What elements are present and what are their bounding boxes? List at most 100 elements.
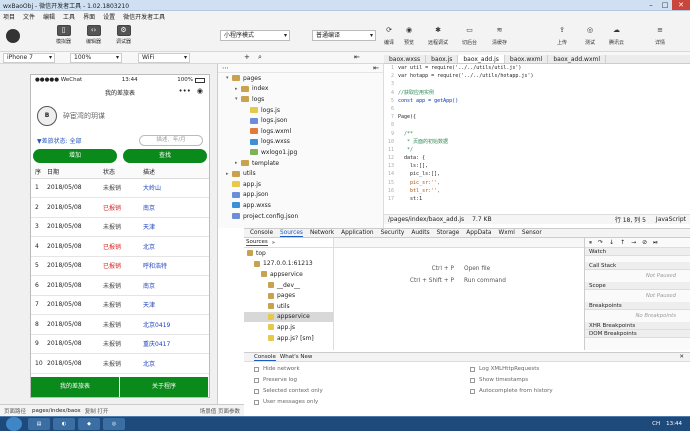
debugger-toggle[interactable]: ⚙ 调试器 xyxy=(116,25,131,45)
scene-params[interactable]: 场景值 页面参数 xyxy=(200,407,240,415)
source-tree-item[interactable]: utils xyxy=(244,301,333,312)
status-filter[interactable]: ▼差旅状态: 全部 xyxy=(37,136,82,145)
start-button[interactable] xyxy=(6,417,22,431)
menu-project[interactable]: 项目 xyxy=(3,12,15,21)
menu-wechat-devtools[interactable]: 微信开发者工具 xyxy=(123,12,165,21)
devtools-tab-audits[interactable]: Audits xyxy=(411,230,429,236)
background-button[interactable]: ▭ 切后台 xyxy=(462,26,477,46)
tree-item[interactable]: ▸ index xyxy=(218,84,383,95)
pause-exceptions-icon[interactable]: ⏯ xyxy=(653,239,658,247)
devtools-tab-security[interactable]: Security xyxy=(381,230,405,236)
menu-settings[interactable]: 设置 xyxy=(103,12,115,21)
devtools-tab-console[interactable]: Console xyxy=(250,230,273,236)
source-tree-item[interactable]: top xyxy=(244,248,333,259)
editor-tab[interactable]: baox_add.wxml xyxy=(548,55,607,63)
step-out-icon[interactable]: ↑ xyxy=(620,239,625,246)
debug-section-header[interactable]: Scope xyxy=(585,282,690,290)
table-row[interactable]: 9 2018/05/08 未报销 重庆0417 xyxy=(31,334,209,354)
search-button[interactable]: 查找 xyxy=(123,149,207,163)
minimize-button[interactable]: – xyxy=(644,0,658,10)
console-option-checkbox[interactable]: Autocomplete from history xyxy=(470,388,553,394)
editor-tab[interactable]: baox.wxss xyxy=(384,55,427,63)
taskbar-app-explorer[interactable]: ▤ xyxy=(28,418,50,430)
step-into-icon[interactable]: ↓ xyxy=(609,239,614,246)
table-row[interactable]: 3 2018/05/08 未报销 天津 xyxy=(31,217,209,237)
devtools-tab-storage[interactable]: Storage xyxy=(437,230,460,236)
menu-file[interactable]: 文件 xyxy=(23,12,35,21)
console-option-checkbox[interactable]: Preserve log xyxy=(254,377,297,383)
table-row[interactable]: 2 2018/05/08 已报销 南京 xyxy=(31,197,209,218)
source-tree-item[interactable]: app.js xyxy=(244,322,333,333)
tree-menu-icon[interactable]: ⋯ xyxy=(222,64,229,72)
console-option-checkbox[interactable]: Hide network xyxy=(254,366,300,372)
compile-select[interactable]: 普通编译 xyxy=(312,30,376,41)
path-links[interactable]: 复制 打开 xyxy=(85,407,109,415)
devtools-tab-application[interactable]: Application xyxy=(341,230,373,236)
deactivate-breakpoints-icon[interactable]: ⊘ xyxy=(642,239,647,246)
tree-item[interactable]: app.json xyxy=(218,190,383,201)
more-tabs-icon[interactable]: » xyxy=(272,240,275,246)
table-row[interactable]: 1 2018/05/08 未报销 大岭山 xyxy=(31,178,209,198)
tree-item[interactable]: project.config.json xyxy=(218,211,383,222)
editor-tab[interactable]: baox.wxml xyxy=(505,55,549,63)
tree-item[interactable]: ▸ utils xyxy=(218,168,383,179)
zoom-select[interactable]: 100% xyxy=(70,53,122,63)
editor-toggle[interactable]: ‹› 编辑器 xyxy=(86,25,101,45)
editor-tab[interactable]: baox_add.js xyxy=(458,55,505,63)
debug-section-header[interactable]: Call Stack xyxy=(585,262,690,270)
remote-debug-button[interactable]: ✱ 远程调试 xyxy=(428,26,448,46)
code-editor[interactable]: 1 var util = require('../../utils/util.js… xyxy=(384,64,690,214)
add-button[interactable]: 增加 xyxy=(33,149,117,163)
source-tree-item[interactable]: __dev__ xyxy=(244,280,333,291)
tree-collapse-icon[interactable]: ⇤ xyxy=(373,64,379,72)
tree-item[interactable]: app.wxss xyxy=(218,200,383,211)
maximize-button[interactable]: □ xyxy=(658,0,672,10)
language-mode[interactable]: JavaScript xyxy=(656,216,686,223)
cloud-button[interactable]: ☁ 腾讯云 xyxy=(609,26,624,46)
tray-clock[interactable]: 13:44 xyxy=(666,421,682,427)
devtools-tab-appdata[interactable]: AppData xyxy=(466,230,491,236)
close-circle-icon[interactable]: ◉ xyxy=(197,87,203,95)
source-tree-item[interactable]: appservice xyxy=(244,269,333,280)
add-file-icon[interactable]: + xyxy=(244,53,250,61)
search-icon[interactable]: ⌕ xyxy=(258,53,262,62)
console-option-checkbox[interactable]: Log XMLHttpRequests xyxy=(470,366,539,372)
step-over-icon[interactable]: ↷ xyxy=(598,239,603,246)
tree-item[interactable]: logs.js xyxy=(218,105,383,116)
debug-section-header[interactable]: Breakpoints xyxy=(585,302,690,310)
table-row[interactable]: 5 2018/05/08 已报销 呼和浩特 xyxy=(31,256,209,276)
whats-new-tab[interactable]: What's New xyxy=(280,354,313,360)
debug-section-header[interactable]: Watch xyxy=(585,248,690,256)
tree-item[interactable]: ▾ pages xyxy=(218,73,383,84)
preview-button[interactable]: ◉ 预览 xyxy=(402,26,416,46)
table-row[interactable]: 10 2018/05/08 未报销 北京 xyxy=(31,353,209,374)
taskbar-app-devtools[interactable]: ◆ xyxy=(78,418,100,430)
tree-item[interactable]: logs.wxss xyxy=(218,137,383,148)
console-option-checkbox[interactable]: Show timestamps xyxy=(470,377,528,383)
debug-section-header[interactable]: XHR Breakpoints xyxy=(585,322,690,330)
pause-icon[interactable]: ⏸ xyxy=(589,239,592,247)
simulator-toggle[interactable]: ▯ 模拟器 xyxy=(56,25,71,45)
menu-edit[interactable]: 编辑 xyxy=(43,12,55,21)
upload-button[interactable]: ⇪ 上传 xyxy=(555,26,569,46)
mode-select[interactable]: 小程序模式 xyxy=(220,30,290,41)
devtools-tab-wxml[interactable]: Wxml xyxy=(498,230,514,236)
menu-tools[interactable]: 工具 xyxy=(63,12,75,21)
source-tree-item[interactable]: pages xyxy=(244,290,333,301)
taskbar-app-wechat[interactable]: ◎ xyxy=(103,418,125,430)
devtools-tab-network[interactable]: Network xyxy=(310,230,334,236)
console-option-checkbox[interactable]: User messages only xyxy=(254,399,318,405)
details-button[interactable]: ≡ 详情 xyxy=(653,26,667,46)
device-select[interactable]: iPhone 7 xyxy=(3,53,55,63)
console-option-checkbox[interactable]: Selected context only xyxy=(254,388,323,394)
sources-subtab[interactable]: Sources xyxy=(246,239,268,246)
source-tree-item[interactable]: app.js? [sm] xyxy=(244,333,333,344)
user-avatar[interactable] xyxy=(6,29,20,43)
tree-item[interactable]: app.js xyxy=(218,179,383,190)
taskbar-app-browser[interactable]: ◐ xyxy=(53,418,75,430)
compile-button[interactable]: ⟳ 编译 xyxy=(382,26,396,46)
table-row[interactable]: 6 2018/05/08 未报销 南京 xyxy=(31,275,209,296)
devtools-tab-sensor[interactable]: Sensor xyxy=(522,230,542,236)
drawer-close-icon[interactable]: ✕ xyxy=(679,354,684,360)
tree-item[interactable]: ▸ template xyxy=(218,158,383,169)
